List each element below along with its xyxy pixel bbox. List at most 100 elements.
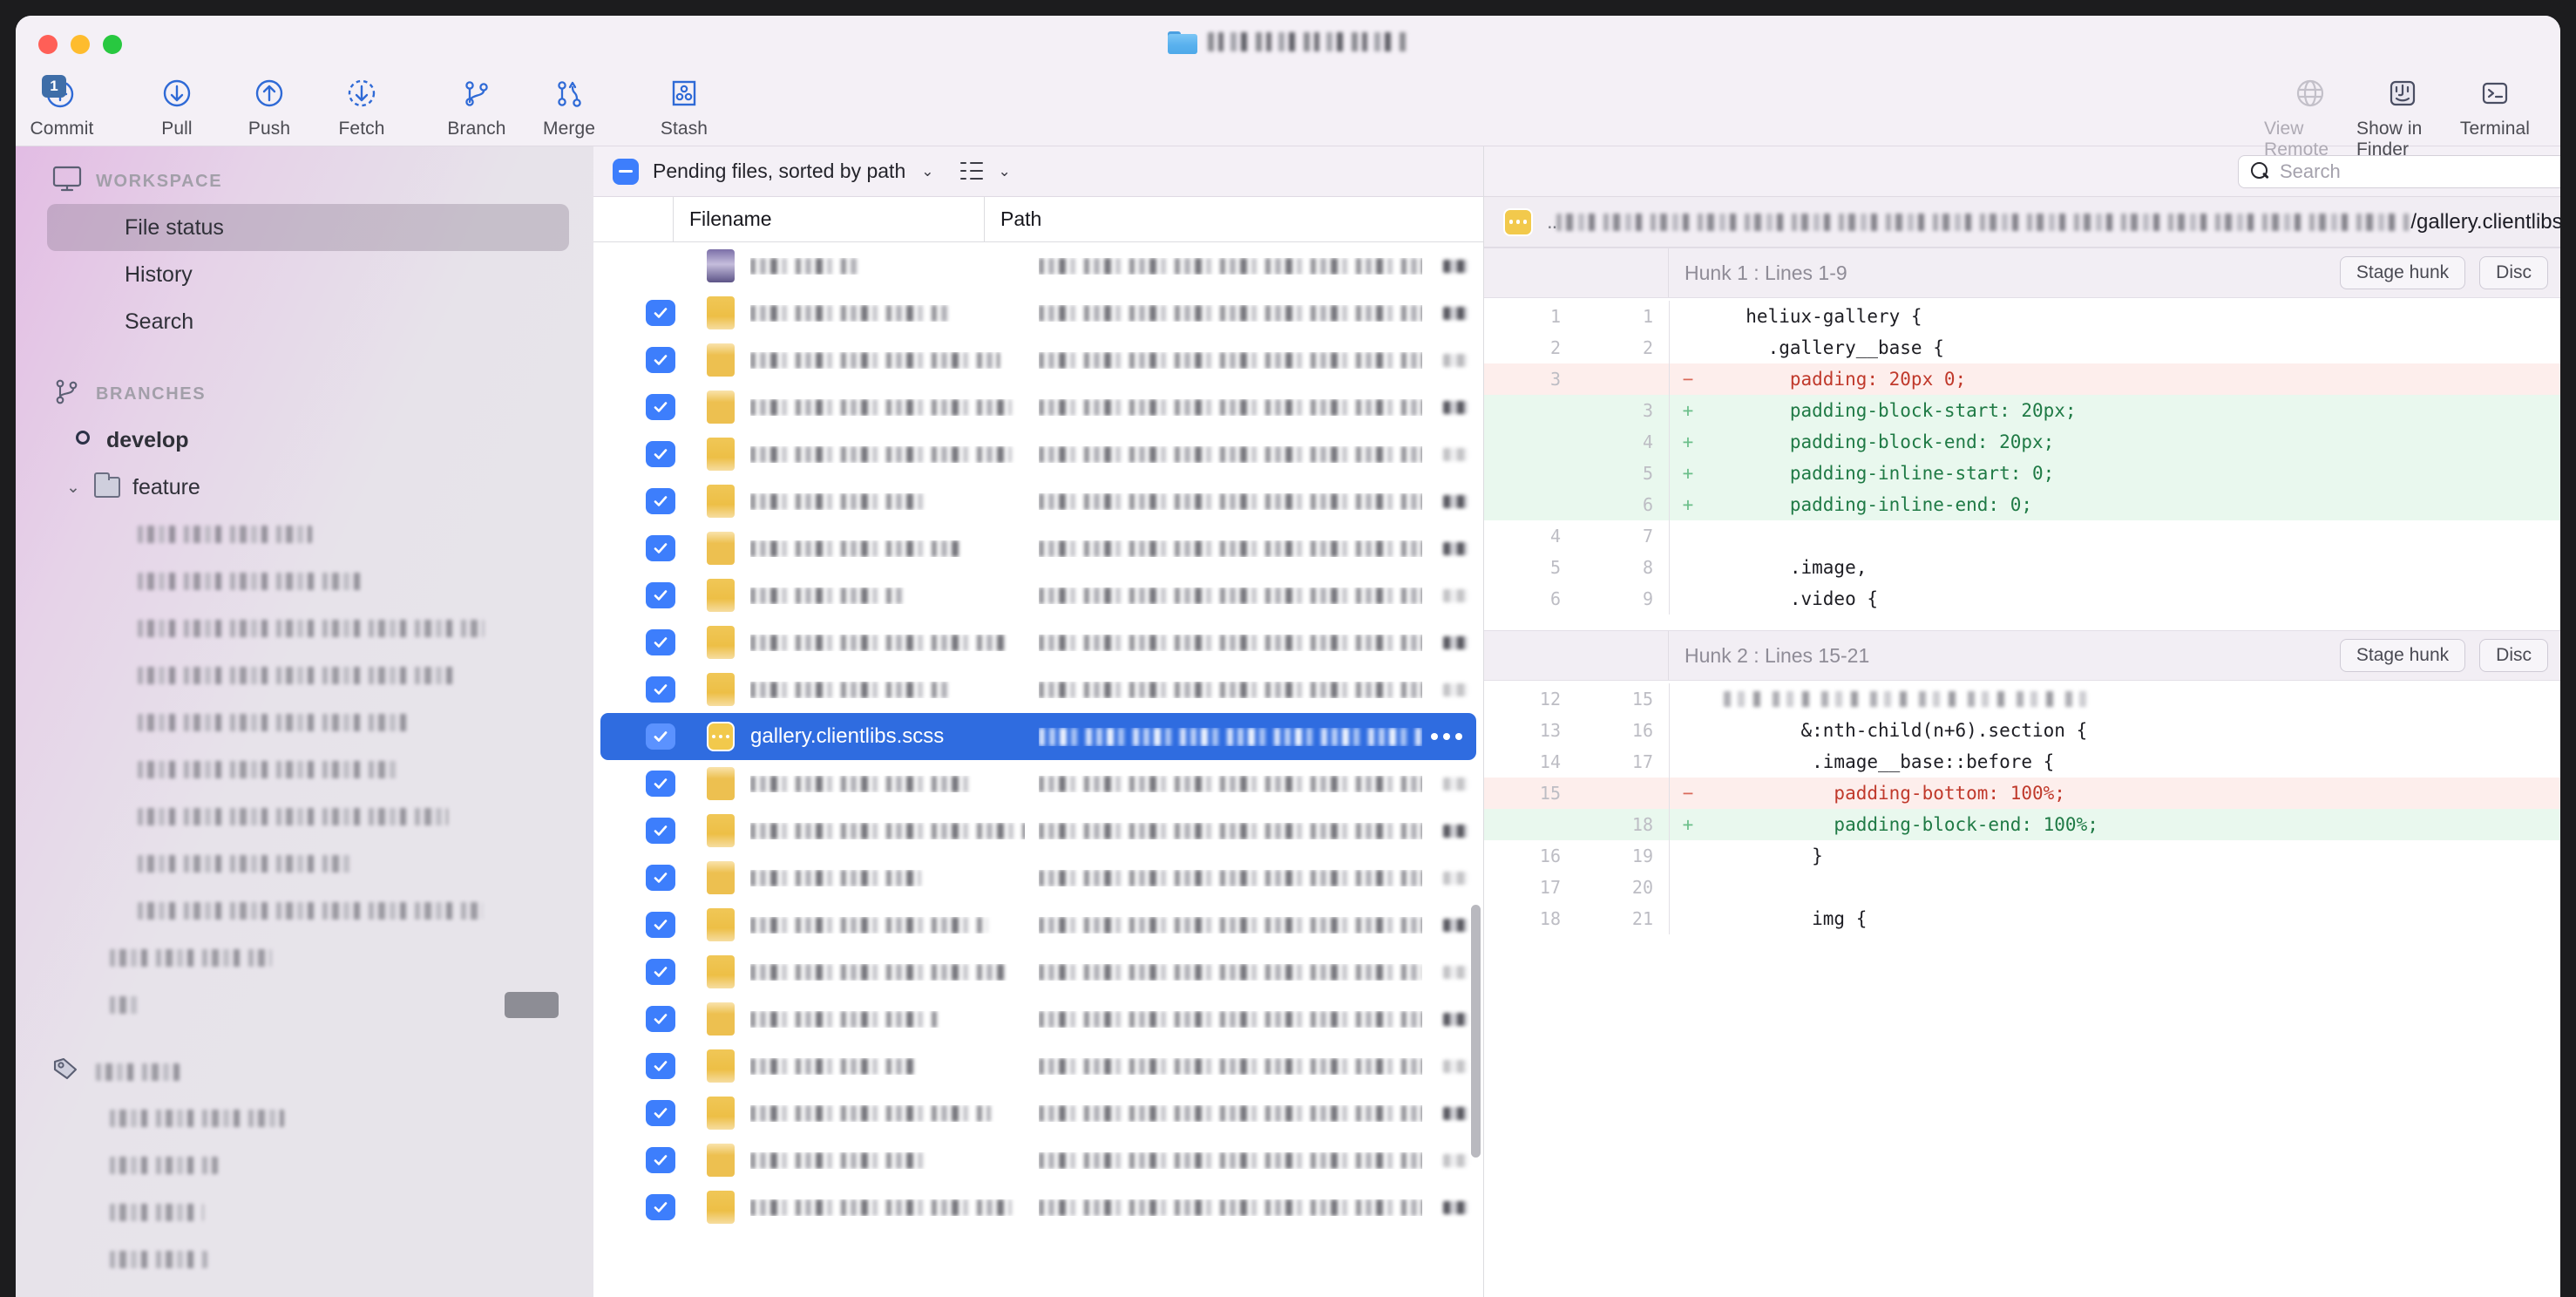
row-checkbox[interactable] bbox=[646, 1194, 675, 1220]
table-row[interactable] bbox=[600, 336, 1476, 384]
table-row[interactable] bbox=[600, 619, 1476, 666]
sidebar-branch-develop[interactable]: develop bbox=[16, 417, 593, 464]
sidebar-tag-item[interactable] bbox=[16, 1236, 593, 1283]
merge-button[interactable]: Merge bbox=[523, 70, 615, 139]
sidebar-item-file-status[interactable]: File status bbox=[47, 204, 569, 251]
window-title bbox=[16, 30, 2560, 54]
terminal-button[interactable]: Terminal bbox=[2449, 70, 2541, 160]
table-row[interactable] bbox=[600, 807, 1476, 854]
table-row[interactable] bbox=[600, 901, 1476, 948]
fetch-button[interactable]: Fetch bbox=[315, 70, 408, 139]
table-row[interactable] bbox=[600, 854, 1476, 901]
redacted-label bbox=[110, 1110, 284, 1127]
hunk-header: Hunk 1 : Lines 1-9 Stage hunk Disc bbox=[1484, 248, 2560, 298]
row-checkbox[interactable] bbox=[646, 1100, 675, 1126]
table-row[interactable] bbox=[600, 242, 1476, 289]
row-checkbox[interactable] bbox=[646, 1147, 675, 1173]
old-line-number: 4 bbox=[1484, 526, 1576, 547]
diff-code-area: Hunk 1 : Lines 1-9 Stage hunk Disc 1 1 h… bbox=[1484, 248, 2560, 1297]
table-row[interactable] bbox=[600, 948, 1476, 995]
stage-hunk-button[interactable]: Stage hunk bbox=[2340, 256, 2465, 289]
chevron-down-icon[interactable]: ⌄ bbox=[66, 478, 82, 498]
table-row[interactable] bbox=[600, 525, 1476, 572]
branch-icon bbox=[52, 377, 82, 412]
pull-button[interactable]: Pull bbox=[131, 70, 223, 139]
row-checkbox[interactable] bbox=[646, 1006, 675, 1032]
table-row[interactable] bbox=[600, 572, 1476, 619]
sidebar-item-search[interactable]: Search bbox=[47, 298, 569, 345]
row-checkbox[interactable] bbox=[646, 535, 675, 561]
table-row[interactable] bbox=[600, 431, 1476, 478]
table-row[interactable] bbox=[600, 995, 1476, 1042]
row-checkbox[interactable] bbox=[646, 723, 675, 750]
row-checkbox[interactable] bbox=[646, 629, 675, 655]
table-row[interactable] bbox=[600, 478, 1476, 525]
row-tail bbox=[1422, 825, 1468, 838]
stage-hunk-button[interactable]: Stage hunk bbox=[2340, 639, 2465, 672]
sidebar-item-history[interactable]: History bbox=[47, 251, 569, 298]
column-path[interactable]: Path bbox=[985, 197, 1483, 241]
file-list-scrollbar[interactable] bbox=[1471, 905, 1481, 1158]
row-tail bbox=[1422, 448, 1468, 461]
row-checkbox[interactable] bbox=[646, 441, 675, 467]
sort-mode-label[interactable]: Pending files, sorted by path bbox=[653, 160, 905, 183]
list-view-icon[interactable] bbox=[960, 162, 983, 181]
row-checkbox[interactable] bbox=[646, 582, 675, 608]
table-row[interactable] bbox=[600, 1137, 1476, 1184]
sidebar-branch-item[interactable] bbox=[16, 511, 593, 558]
sidebar-branch-item[interactable] bbox=[16, 605, 593, 652]
row-checkbox[interactable] bbox=[646, 912, 675, 938]
chevron-down-icon[interactable]: ⌄ bbox=[999, 163, 1011, 180]
table-row[interactable] bbox=[600, 760, 1476, 807]
sidebar-branch-item[interactable] bbox=[16, 746, 593, 793]
sidebar-branch-item-with-badge[interactable] bbox=[16, 981, 593, 1029]
row-checkbox[interactable] bbox=[646, 676, 675, 703]
diff-line-added: 5 + padding-inline-start: 0; bbox=[1484, 458, 2560, 489]
sidebar-branch-item[interactable] bbox=[16, 840, 593, 887]
select-all-checkbox[interactable] bbox=[613, 159, 639, 185]
discard-hunk-button[interactable]: Disc bbox=[2479, 256, 2548, 289]
table-row[interactable] bbox=[600, 1184, 1476, 1231]
diff-file-path[interactable]: .. /gallery.clientlibs.sc bbox=[1547, 210, 2560, 234]
sidebar-tag-item[interactable] bbox=[16, 1142, 593, 1189]
table-row[interactable] bbox=[600, 289, 1476, 336]
row-checkbox[interactable] bbox=[646, 771, 675, 797]
sidebar-branch-item[interactable] bbox=[16, 934, 593, 981]
sidebar-tag-item[interactable] bbox=[16, 1189, 593, 1236]
push-button[interactable]: Push bbox=[223, 70, 315, 139]
row-checkbox[interactable] bbox=[646, 959, 675, 985]
row-checkbox[interactable] bbox=[646, 347, 675, 373]
sidebar-branch-item[interactable] bbox=[16, 652, 593, 699]
discard-hunk-button[interactable]: Disc bbox=[2479, 639, 2548, 672]
row-checkbox[interactable] bbox=[646, 300, 675, 326]
stash-button[interactable]: Stash bbox=[638, 70, 730, 139]
sidebar-branch-item[interactable] bbox=[16, 699, 593, 746]
table-row[interactable] bbox=[600, 1090, 1476, 1137]
row-checkbox[interactable] bbox=[646, 865, 675, 891]
row-checkbox[interactable] bbox=[646, 1053, 675, 1079]
view-remote-button[interactable]: View Remote bbox=[2264, 70, 2356, 160]
sidebar: WORKSPACE File status History Search BRA… bbox=[16, 146, 593, 1297]
chevron-down-icon[interactable]: ⌄ bbox=[921, 163, 933, 180]
table-row[interactable] bbox=[600, 1042, 1476, 1090]
modified-file-badge-icon bbox=[1503, 208, 1533, 236]
row-checkbox[interactable] bbox=[646, 394, 675, 420]
diff-line-text: } bbox=[1706, 845, 1823, 866]
sidebar-branch-item[interactable] bbox=[16, 793, 593, 840]
sidebar-branch-item[interactable] bbox=[16, 558, 593, 605]
commit-button[interactable]: 1 Commit bbox=[16, 70, 108, 139]
row-checkbox[interactable] bbox=[646, 818, 675, 844]
row-overflow-menu[interactable] bbox=[1422, 733, 1468, 740]
sidebar-branch-folder-feature[interactable]: ⌄ feature bbox=[16, 464, 593, 511]
show-in-finder-button[interactable]: Show in Finder bbox=[2356, 70, 2449, 160]
row-checkbox[interactable] bbox=[646, 488, 675, 514]
table-row[interactable] bbox=[600, 384, 1476, 431]
diff-line: 14 17 .image__base::before { bbox=[1484, 746, 2560, 778]
branch-button[interactable]: Branch bbox=[430, 70, 523, 139]
sidebar-tag-item[interactable] bbox=[16, 1095, 593, 1142]
table-row[interactable] bbox=[600, 666, 1476, 713]
row-checkbox[interactable] bbox=[646, 253, 675, 279]
sidebar-branch-item[interactable] bbox=[16, 887, 593, 934]
column-filename[interactable]: Filename bbox=[674, 197, 985, 241]
table-row-selected[interactable]: gallery.clientlibs.scss bbox=[600, 713, 1476, 760]
